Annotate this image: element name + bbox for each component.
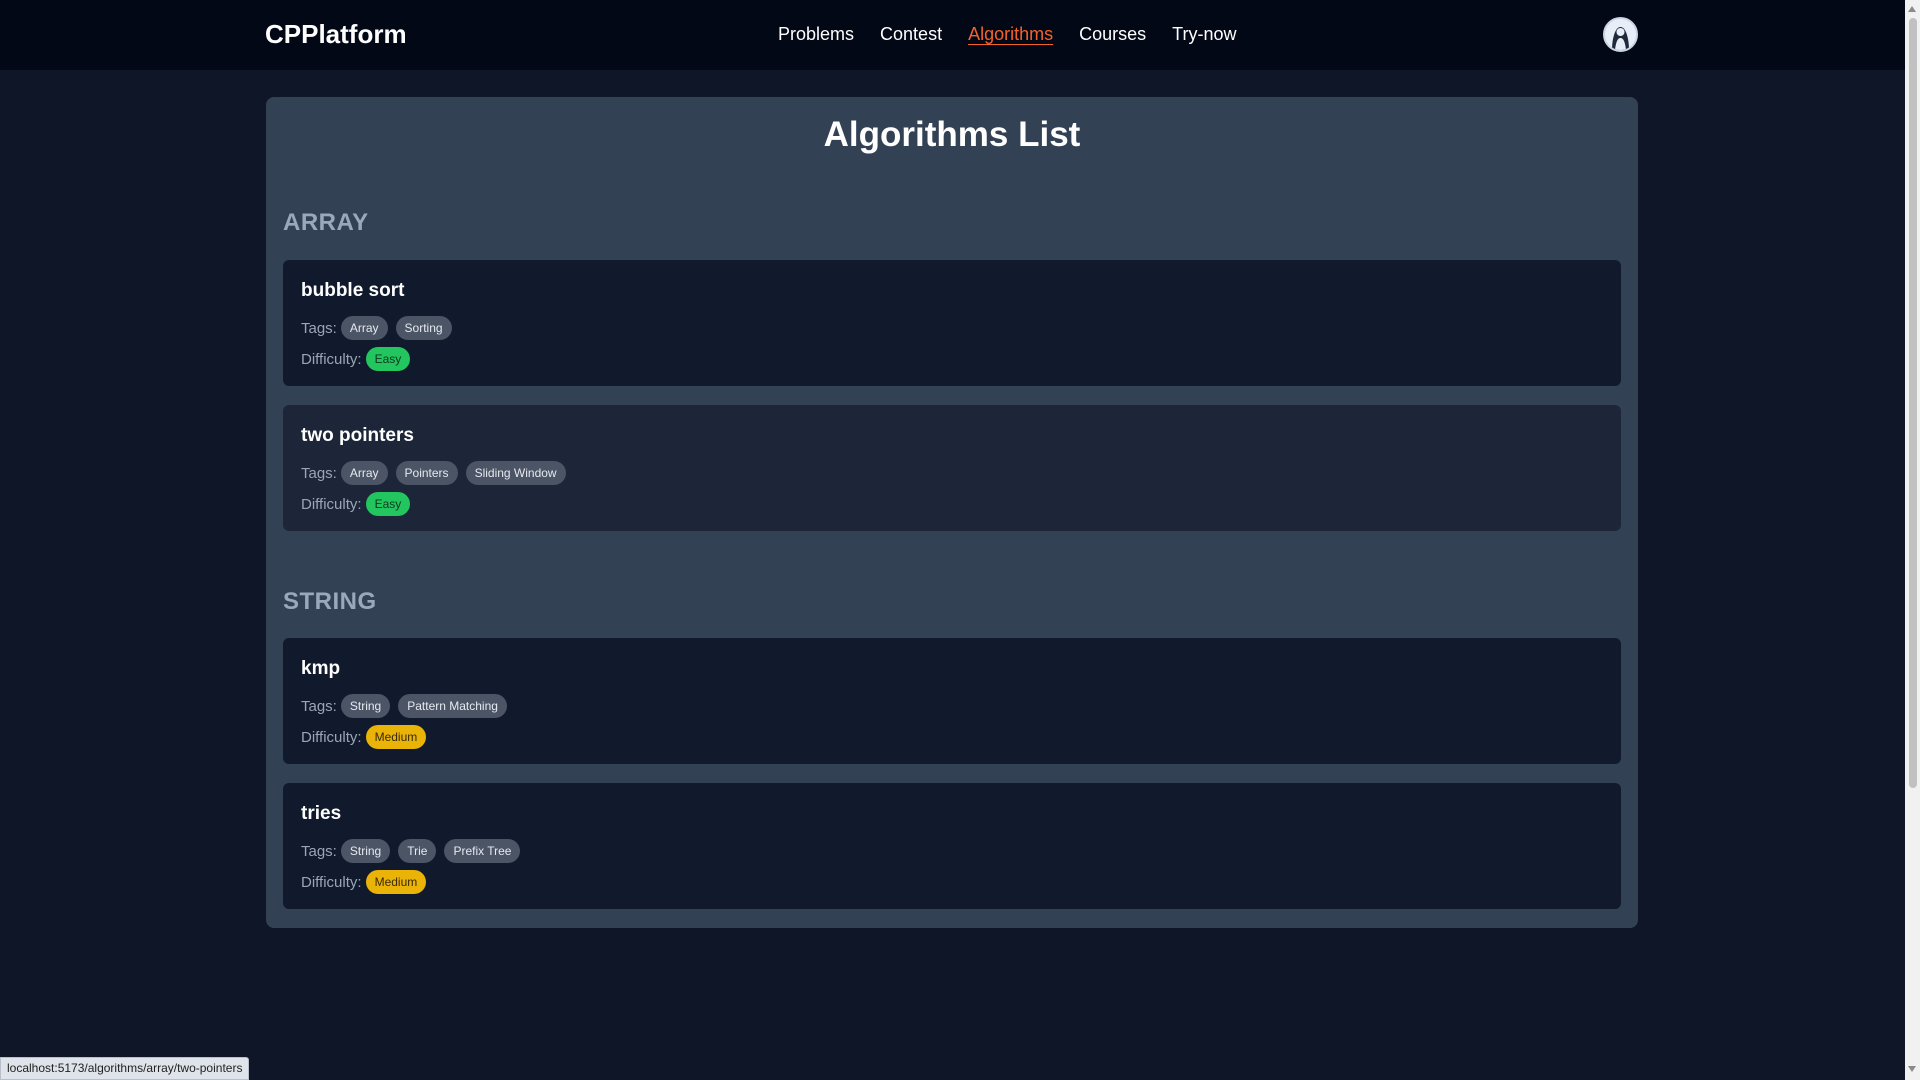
section-title-string: STRING (283, 588, 377, 615)
vertical-scrollbar[interactable] (1905, 0, 1920, 1080)
algorithm-name: bubble sort (301, 280, 405, 301)
tag-chip[interactable]: Array (340, 461, 388, 485)
tags-label: Tags: (301, 464, 337, 482)
difficulty-row: Difficulty: Easy (301, 347, 411, 371)
algorithms-panel: Algorithms List ARRAY bubble sort Tags: … (266, 97, 1638, 928)
difficulty-badge: Medium (365, 870, 427, 894)
tags-label: Tags: (301, 697, 337, 715)
tags-label: Tags: (301, 319, 337, 337)
nav-link-try-now[interactable]: Try-now (1172, 24, 1236, 45)
algorithm-card-tries[interactable]: tries Tags: String Trie Prefix Tree Diff… (283, 783, 1621, 909)
tags-label: Tags: (301, 842, 337, 860)
tags-row: Tags: Array Pointers Sliding Window (301, 461, 574, 485)
nav-link-courses[interactable]: Courses (1079, 24, 1146, 45)
tags-row: Tags: String Trie Prefix Tree (301, 839, 528, 863)
difficulty-label: Difficulty: (301, 495, 362, 513)
algorithm-name: two pointers (301, 425, 414, 446)
page-title: Algorithms List (823, 115, 1081, 154)
scrollbar-thumb[interactable] (1909, 18, 1917, 788)
nav-link-algorithms[interactable]: Algorithms (968, 24, 1053, 45)
avatar-silhouette-icon (1605, 19, 1636, 50)
tag-chip[interactable]: Sliding Window (465, 461, 566, 485)
tag-chip[interactable]: Pattern Matching (398, 694, 507, 718)
tag-chip[interactable]: Pointers (395, 461, 458, 485)
tag-chip[interactable]: String (340, 694, 391, 718)
algorithm-card-kmp[interactable]: kmp Tags: String Pattern Matching Diffic… (283, 638, 1621, 764)
nav-link-contest[interactable]: Contest (880, 24, 942, 45)
scroll-up-arrow-icon[interactable] (1908, 6, 1916, 12)
difficulty-label: Difficulty: (301, 350, 362, 368)
section-title-array: ARRAY (283, 209, 369, 236)
tag-chip[interactable]: Prefix Tree (444, 839, 521, 863)
difficulty-badge: Easy (365, 492, 411, 516)
algorithm-name: tries (301, 803, 342, 824)
algorithm-card-two-pointers[interactable]: two pointers Tags: Array Pointers Slidin… (283, 405, 1621, 531)
difficulty-label: Difficulty: (301, 873, 362, 891)
difficulty-row: Difficulty: Medium (301, 870, 427, 894)
tags-row: Tags: String Pattern Matching (301, 694, 515, 718)
algorithm-name: kmp (301, 658, 341, 679)
difficulty-badge: Medium (365, 725, 427, 749)
user-avatar-icon[interactable] (1603, 17, 1638, 52)
algorithm-card-bubble-sort[interactable]: bubble sort Tags: Array Sorting Difficul… (283, 260, 1621, 386)
brand-logo[interactable]: CPPlatform (265, 19, 407, 50)
difficulty-badge: Easy (365, 347, 411, 371)
tag-chip[interactable]: Array (340, 316, 388, 340)
top-navbar: CPPlatform Problems Contest Algorithms C… (0, 0, 1905, 70)
tags-row: Tags: Array Sorting (301, 316, 460, 340)
nav-link-problems[interactable]: Problems (778, 24, 854, 45)
nav-links: Problems Contest Algorithms Courses Try-… (778, 24, 1236, 45)
difficulty-row: Difficulty: Medium (301, 725, 427, 749)
link-status-bar: localhost:5173/algorithms/array/two-poin… (0, 1057, 250, 1080)
tag-chip[interactable]: Sorting (395, 316, 452, 340)
scroll-down-arrow-icon[interactable] (1908, 1066, 1916, 1072)
tag-chip[interactable]: Trie (398, 839, 437, 863)
difficulty-row: Difficulty: Easy (301, 492, 411, 516)
difficulty-label: Difficulty: (301, 728, 362, 746)
tag-chip[interactable]: String (340, 839, 391, 863)
